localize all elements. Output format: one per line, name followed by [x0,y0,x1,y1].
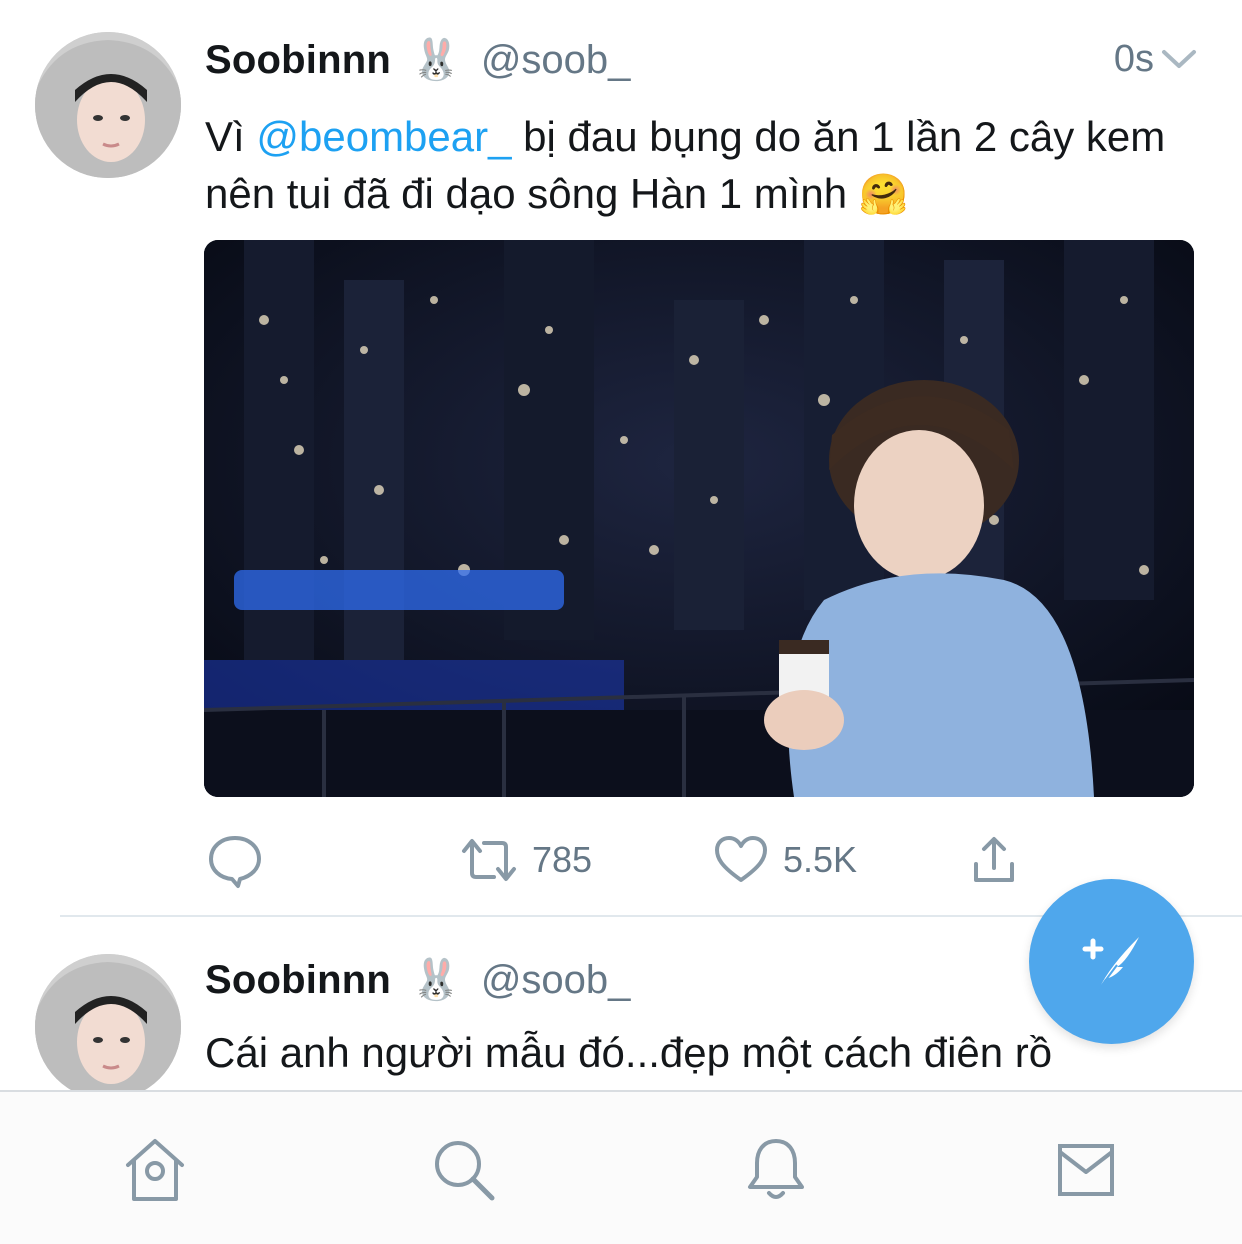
avatar[interactable] [35,954,181,1090]
compose-tweet-button[interactable] [1029,879,1194,1044]
tab-home[interactable] [119,1134,191,1206]
display-name[interactable]: Soobinnn [205,958,391,1003]
share-button[interactable] [970,830,1018,890]
chevron-down-icon[interactable] [1160,44,1198,74]
user-handle[interactable]: @soob_ [481,958,631,1003]
compose-tweet-icon [1082,936,1139,990]
retweet-count: 785 [532,839,593,880]
display-name[interactable]: Soobinnn [205,38,391,83]
retweet-button[interactable]: 785 [460,830,592,890]
tweet-text: Cái anh người mẫu đó...đẹp một cách điên… [205,1029,1053,1076]
notifications-icon [748,1139,804,1199]
tweet-photo[interactable] [204,240,1194,797]
mention-link[interactable]: @beombear_ [256,113,511,160]
home-icon [126,1139,184,1201]
tweet-text: Vì @beombear_ bị đau bụng do ăn 1 lần 2 … [205,108,1205,222]
search-icon [435,1141,495,1201]
tab-bar [0,1090,1242,1244]
like-button[interactable]: 5.5K [713,830,857,890]
reply-button[interactable] [205,830,265,890]
heart-icon [715,836,767,882]
reply-icon [209,836,261,888]
avatar[interactable] [35,32,181,178]
rabbit-emoji: 🐰 [411,957,461,1003]
retweet-icon [462,839,516,881]
tweet-header: Soobinnn 🐰 @soob_ [205,952,630,1008]
tab-notifications[interactable] [740,1134,812,1206]
rabbit-emoji: 🐰 [411,37,461,83]
like-count: 5.5K [783,839,858,880]
tweet[interactable]: Soobinnn 🐰 @soob_ 0s Vì @beombear_ bị đa… [0,0,1242,916]
tab-messages[interactable] [1050,1134,1122,1206]
hug-emoji: 🤗 [858,172,909,218]
tab-search[interactable] [428,1134,500,1206]
timestamp: 0s [1113,38,1154,80]
tweet-actions: 785 5.5K [205,830,1105,890]
tweet-text-part: Vì [205,113,257,160]
tweet-header: Soobinnn 🐰 @soob_ [205,32,630,88]
user-handle[interactable]: @soob_ [481,38,631,83]
share-icon [974,837,1014,882]
messages-icon [1058,1144,1114,1196]
